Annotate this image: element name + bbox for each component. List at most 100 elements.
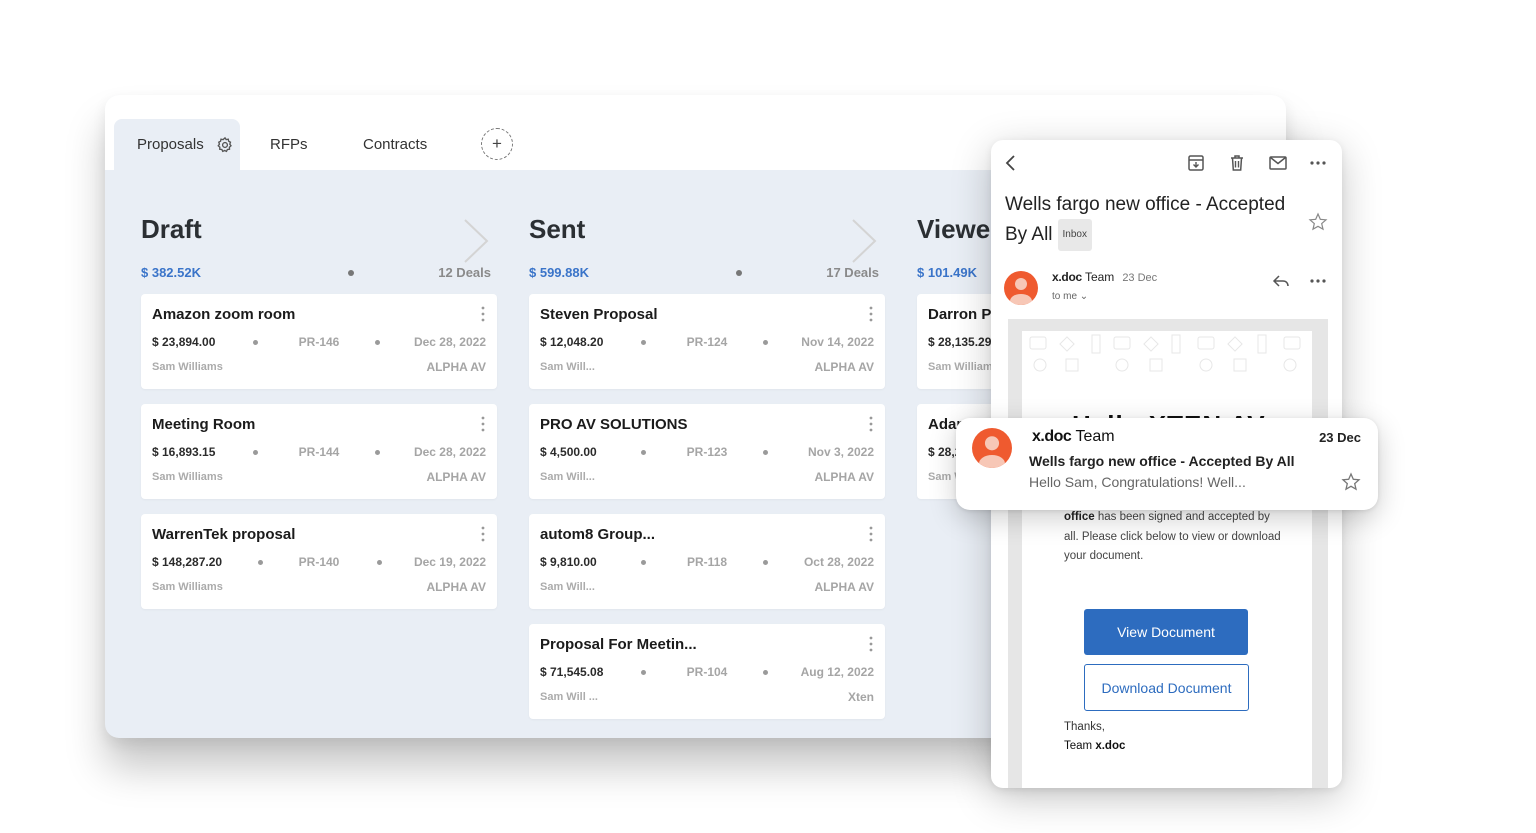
sender-name: Team [1071, 428, 1115, 445]
more-vertical-icon[interactable] [868, 306, 874, 322]
more-vertical-icon[interactable] [480, 416, 486, 432]
separator-dot [375, 340, 380, 345]
more-horizontal-icon[interactable] [1308, 271, 1328, 291]
deal-title: Darron Pr [928, 306, 998, 323]
star-icon[interactable] [1341, 472, 1361, 492]
deal-amount: $ 28,135.29 [928, 335, 992, 349]
more-vertical-icon[interactable] [480, 526, 486, 542]
deal-owner: Sam Will ... [540, 691, 598, 703]
gear-icon[interactable] [216, 136, 234, 154]
deal-title: Steven Proposal [540, 306, 658, 323]
chevron-down-icon: ⌄ [1079, 291, 1089, 302]
view-document-button[interactable]: View Document [1084, 609, 1248, 655]
deal-company: ALPHA AV [814, 470, 874, 484]
email-body: Hello XTEN AV office has been signed and… [1022, 331, 1312, 788]
deal-company: Xten [847, 690, 874, 704]
deal-card[interactable]: WarrenTek proposal $ 148,287.20 PR-140 D… [141, 514, 497, 609]
deal-card[interactable]: Proposal For Meetin... $ 71,545.08 PR-10… [529, 624, 885, 719]
stage: Proposals RFPs Contracts + Draft $ 382.5… [0, 0, 1536, 833]
separator-dot [375, 450, 380, 455]
star-icon[interactable] [1308, 212, 1328, 232]
decorative-pattern [1029, 334, 1301, 372]
download-document-button[interactable]: Download Document [1084, 664, 1249, 711]
deal-card[interactable]: PRO AV SOLUTIONS $ 4,500.00 PR-123 Nov 3… [529, 404, 885, 499]
column-total: $ 382.52K [141, 265, 201, 280]
column-title: Draft [141, 214, 202, 244]
deal-company: ALPHA AV [814, 580, 874, 594]
email-subject: Wells fargo new office - Accepted By All… [1005, 191, 1295, 251]
email-message: office has been signed and accepted by a… [1064, 508, 1284, 567]
deal-company: ALPHA AV [426, 360, 486, 374]
more-vertical-icon[interactable] [868, 636, 874, 652]
more-vertical-icon[interactable] [868, 416, 874, 432]
deal-title: Amazon zoom room [152, 306, 296, 323]
archive-icon[interactable] [1186, 153, 1206, 173]
avatar [1004, 271, 1038, 305]
notification-subject: Wells fargo new office - Accepted By All [1029, 453, 1295, 469]
trash-icon[interactable] [1227, 153, 1247, 173]
avatar [972, 428, 1012, 468]
back-arrow-icon[interactable] [1001, 153, 1021, 173]
deal-card[interactable]: autom8 Group... $ 9,810.00 PR-118 Oct 28… [529, 514, 885, 609]
email-body-frame: Hello XTEN AV office has been signed and… [1008, 319, 1328, 788]
subject-text: Wells fargo new office - Accepted By All [1005, 194, 1286, 246]
deal-title: Proposal For Meetin... [540, 636, 697, 653]
deal-date: Nov 14, 2022 [801, 335, 874, 349]
more-horizontal-icon[interactable] [1308, 153, 1328, 173]
add-tab-button[interactable]: + [481, 128, 513, 160]
column-deal-count: 12 Deals [438, 265, 491, 280]
recipient-text: to me [1052, 291, 1078, 302]
tab-label: RFPs [270, 136, 308, 153]
tab-proposals[interactable]: Proposals [114, 119, 240, 170]
deal-owner: Sam Williams [152, 361, 223, 373]
reply-icon[interactable] [1271, 271, 1291, 291]
deal-title: WarrenTek proposal [152, 526, 296, 543]
chevron-right-icon[interactable] [463, 218, 489, 264]
deal-date: Dec 19, 2022 [413, 555, 486, 569]
more-vertical-icon[interactable] [868, 526, 874, 542]
deal-date: Dec 28, 2022 [413, 335, 486, 349]
deal-date: Nov 3, 2022 [807, 445, 874, 459]
separator-dot [763, 560, 768, 565]
deal-date: Dec 28, 2022 [413, 445, 486, 459]
deal-date: Oct 28, 2022 [803, 555, 874, 569]
column-deal-count: 17 Deals [826, 265, 879, 280]
notification-sender: x.doc Team [1032, 428, 1115, 446]
recipient-toggle[interactable]: to me ⌄ [1052, 291, 1088, 302]
deal-card[interactable]: Amazon zoom room $ 23,894.00 PR-146 Dec … [141, 294, 497, 389]
mail-icon[interactable] [1268, 153, 1288, 173]
chevron-right-icon[interactable] [851, 218, 877, 264]
column-total: $ 599.88K [529, 265, 589, 280]
tab-contracts[interactable]: Contracts [363, 119, 427, 170]
sender-brand: x.doc [1032, 428, 1072, 445]
tab-rfps[interactable]: RFPs [270, 119, 308, 170]
inbox-label[interactable]: Inbox [1057, 219, 1092, 251]
separator-dot [763, 670, 768, 675]
email-message-bold: office [1064, 511, 1095, 523]
deal-owner: Sam Will... [540, 581, 595, 593]
column-total: $ 101.49K [917, 265, 977, 280]
separator-dot [736, 270, 742, 276]
deal-card[interactable]: Meeting Room $ 16,893.15 PR-144 Dec 28, … [141, 404, 497, 499]
sender-name: Team [1081, 270, 1115, 284]
email-message-text: has been signed and accepted by all. Ple… [1064, 511, 1281, 562]
deal-date: Aug 12, 2022 [800, 665, 874, 679]
deal-title: Meeting Room [152, 416, 256, 433]
signature-prefix: Team [1064, 740, 1096, 752]
deal-title: autom8 Group... [540, 526, 656, 543]
sender-line: x.doc Team 23 Dec [1052, 270, 1157, 284]
deal-owner: Sam Williams [152, 471, 223, 483]
tab-label: Proposals [137, 136, 204, 153]
email-signature: Team x.doc [1064, 740, 1125, 752]
email-notification[interactable]: x.doc Team 23 Dec Wells fargo new office… [956, 418, 1378, 510]
notification-date: 23 Dec [1319, 430, 1361, 445]
deal-owner: Sam Will... [540, 471, 595, 483]
deal-card[interactable]: Steven Proposal $ 12,048.20 PR-124 Nov 1… [529, 294, 885, 389]
separator-dot [763, 450, 768, 455]
deal-owner: Sam Williams [152, 581, 223, 593]
signature-brand: x.doc [1095, 740, 1126, 752]
separator-dot [377, 560, 382, 565]
email-date: 23 Dec [1122, 272, 1158, 284]
more-vertical-icon[interactable] [480, 306, 486, 322]
plus-icon: + [492, 134, 502, 153]
